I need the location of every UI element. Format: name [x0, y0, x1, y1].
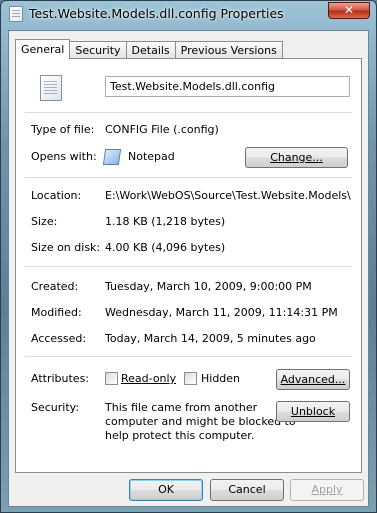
close-button[interactable]: ✕: [328, 2, 370, 19]
change-button-label: Change...: [270, 151, 323, 164]
size-on-disk-label: Size on disk:: [31, 241, 101, 254]
file-icon: [9, 6, 23, 22]
size-on-disk-value: 4.00 KB (4,096 bytes): [105, 241, 226, 254]
created-label: Created:: [31, 280, 79, 293]
divider: [25, 112, 352, 113]
security-line-2: computer and might be blocked to: [105, 415, 296, 428]
unblock-button-label: Unblock: [290, 405, 336, 418]
divider: [25, 266, 352, 267]
tab-previous-versions[interactable]: Previous Versions: [174, 41, 283, 59]
type-value: CONFIG File (.config): [105, 123, 219, 136]
ok-button[interactable]: OK: [129, 479, 203, 501]
properties-window: Test.Website.Models.dll.config Propertie…: [0, 0, 377, 513]
security-label: Security:: [31, 401, 80, 414]
security-line-1: This file came from another: [105, 401, 258, 414]
opens-with-value: Notepad: [128, 150, 175, 163]
document-icon: [40, 75, 62, 101]
hidden-checkbox[interactable]: [184, 372, 197, 385]
cancel-button[interactable]: Cancel: [210, 479, 284, 501]
security-line-3: help protect this computer.: [105, 429, 255, 442]
advanced-button[interactable]: Advanced...: [276, 369, 350, 390]
tab-details[interactable]: Details: [125, 41, 176, 59]
tab-strip: General Security Details Previous Versio…: [15, 39, 283, 59]
type-label: Type of file:: [31, 123, 95, 136]
location-label: Location:: [31, 189, 82, 202]
unblock-button[interactable]: Unblock: [276, 401, 350, 422]
location-value[interactable]: E:\Work\WebOS\Source\Test.Website.Models…: [105, 189, 351, 202]
opens-with-label: Opens with:: [31, 150, 97, 163]
window-title: Test.Website.Models.dll.config Propertie…: [29, 6, 284, 21]
size-label: Size:: [31, 215, 58, 228]
divider: [25, 356, 352, 357]
tab-security[interactable]: Security: [69, 41, 127, 59]
readonly-label[interactable]: Read-only: [121, 372, 176, 385]
attributes-label: Attributes:: [31, 372, 90, 385]
change-button[interactable]: Change...: [245, 147, 348, 168]
accessed-value: Today, March 14, 2009, 5 minutes ago: [105, 332, 316, 345]
created-value: Tuesday, March 10, 2009, 9:00:00 PM: [105, 280, 312, 293]
apply-button[interactable]: Apply: [290, 479, 364, 501]
modified-label: Modified:: [31, 306, 82, 319]
hidden-label[interactable]: Hidden: [201, 372, 240, 385]
tab-general[interactable]: General: [15, 39, 71, 59]
file-name-field[interactable]: Test.Website.Models.dll.config: [105, 76, 350, 97]
title-bar[interactable]: Test.Website.Models.dll.config Propertie…: [1, 1, 376, 27]
advanced-button-label: Advanced...: [280, 373, 346, 386]
readonly-checkbox[interactable]: [105, 372, 118, 385]
size-value: 1.18 KB (1,218 bytes): [105, 215, 226, 228]
notepad-icon: [102, 149, 122, 165]
accessed-label: Accessed:: [31, 332, 87, 345]
dialog-client: General Security Details Previous Versio…: [8, 30, 369, 507]
modified-value: Wednesday, March 11, 2009, 11:14:31 PM: [105, 306, 338, 319]
readonly-label-text: Read-only: [121, 372, 177, 385]
general-panel: Test.Website.Models.dll.config Type of f…: [15, 58, 362, 473]
apply-button-label: Apply: [311, 483, 343, 496]
divider: [25, 177, 352, 178]
